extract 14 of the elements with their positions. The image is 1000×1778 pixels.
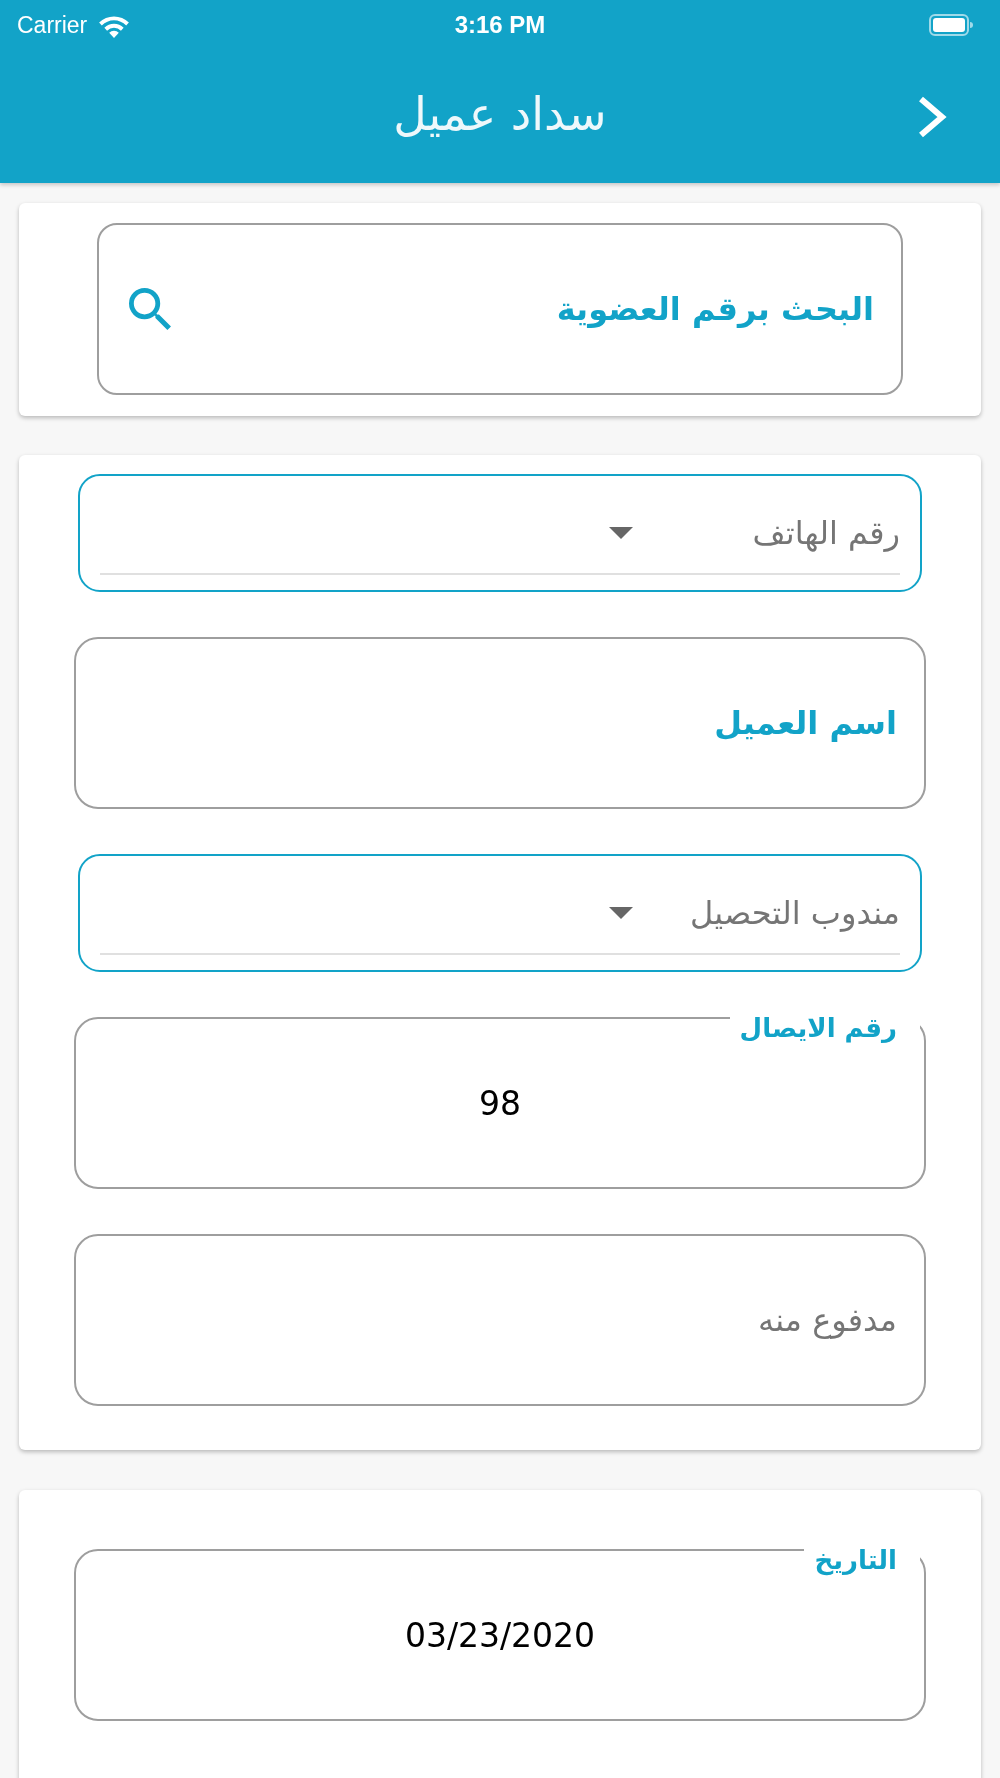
chevron-right-icon	[917, 95, 948, 138]
caret-down-icon	[609, 907, 633, 919]
back-button[interactable]	[917, 95, 948, 138]
battery-icon	[929, 14, 973, 36]
text-field[interactable]: مدفوع منه	[74, 1234, 926, 1406]
screen-title: سداد عميل	[393, 90, 607, 143]
carrier-name: Carrier	[17, 10, 88, 40]
search-field[interactable]: البحث برقم العضوية	[97, 223, 903, 395]
status-time: 3:16 PM	[454, 10, 546, 40]
dropdown[interactable]: رقم الهاتف	[78, 474, 922, 592]
text-field[interactable]: اسم العميل	[74, 637, 926, 809]
caret-down-icon	[609, 527, 633, 539]
dropdown[interactable]: مندوب التحصيل	[78, 854, 922, 972]
search-icon	[129, 288, 171, 330]
